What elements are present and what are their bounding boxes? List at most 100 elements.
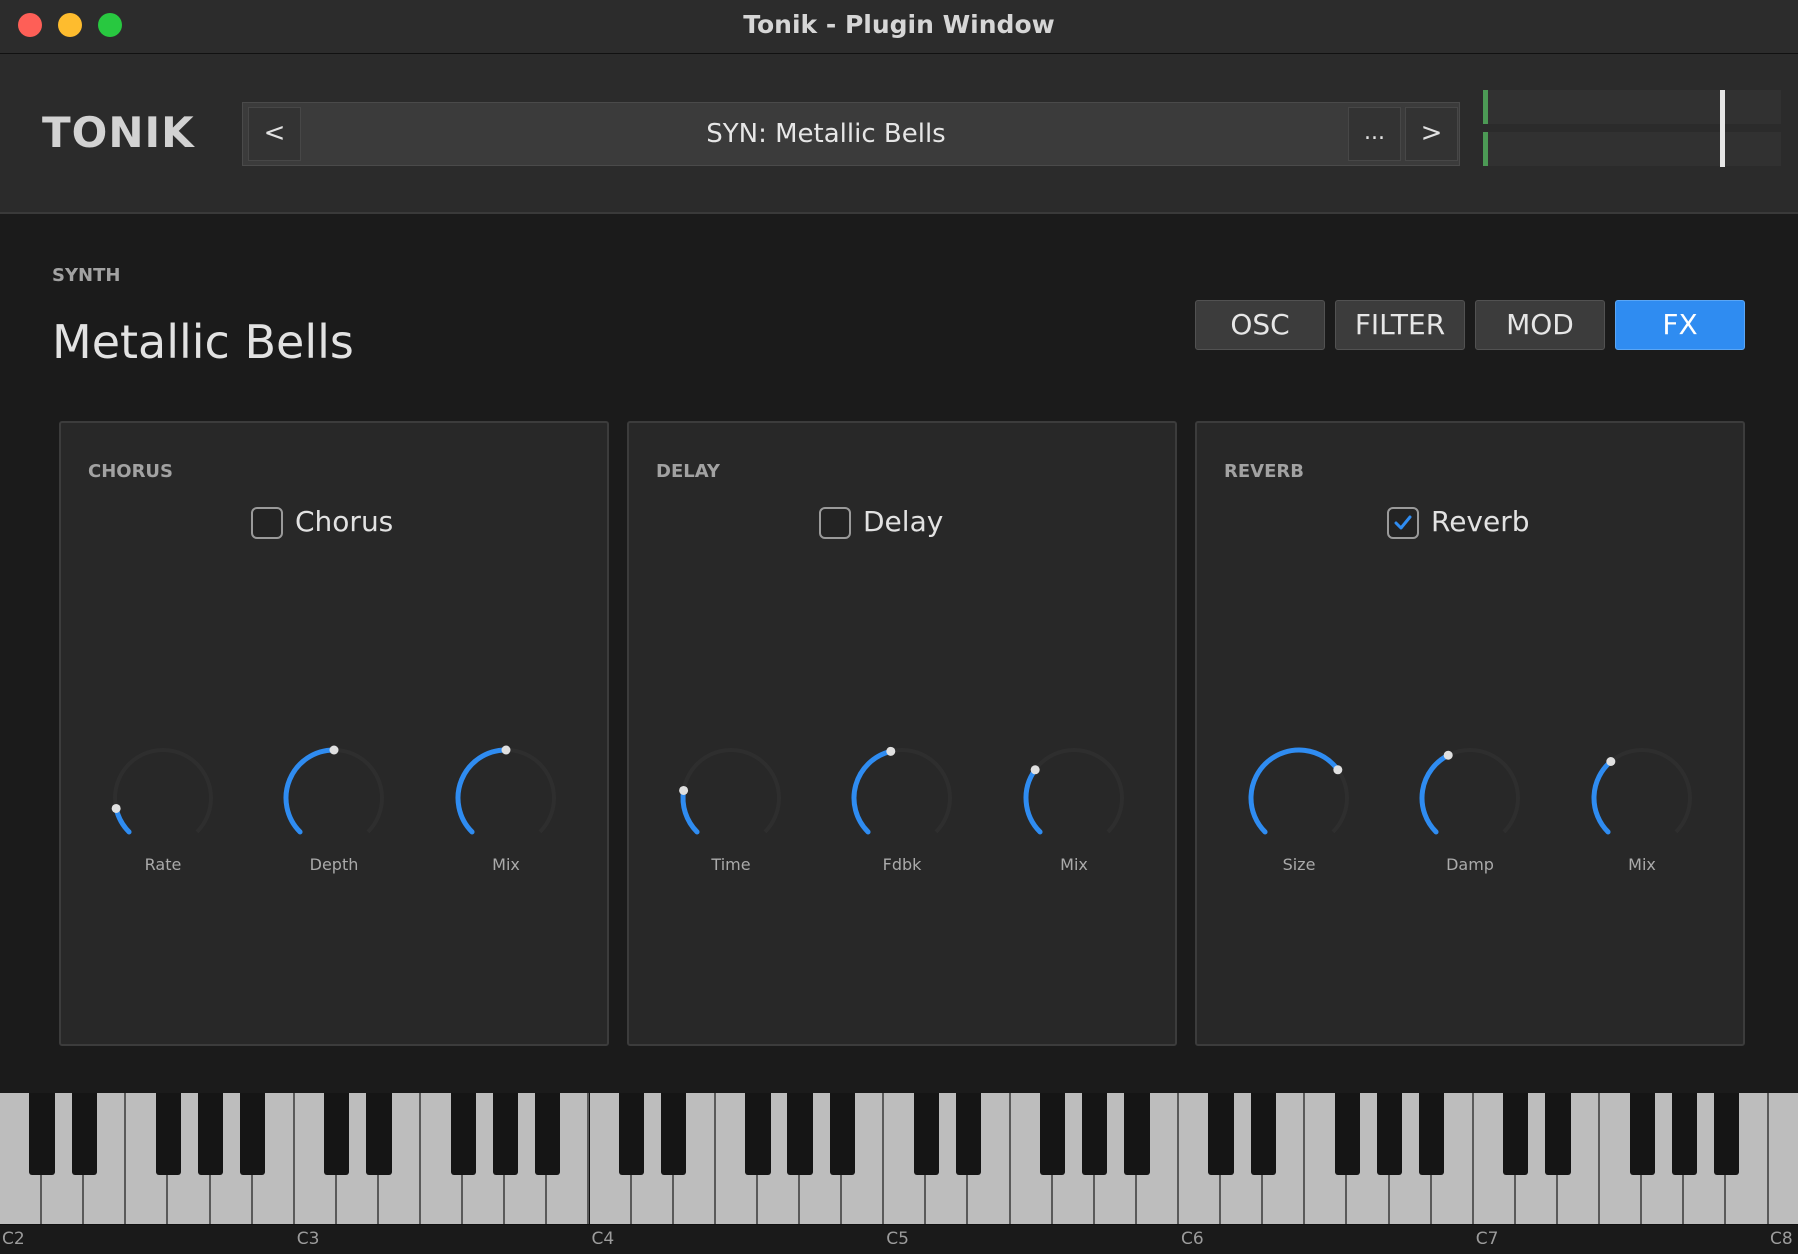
tab-filter[interactable]: FILTER (1335, 300, 1465, 350)
octave-label: C8 (1770, 1229, 1793, 1249)
knob-indicator (111, 803, 121, 813)
section-label: SYNTH (52, 265, 121, 286)
black-key[interactable] (1503, 1093, 1529, 1175)
black-key[interactable] (1545, 1093, 1571, 1175)
chorus-mix-knob[interactable]: Mix (451, 743, 561, 874)
volume-slider-handle[interactable] (1720, 90, 1725, 167)
black-key[interactable] (1082, 1093, 1108, 1175)
black-key[interactable] (1376, 1093, 1403, 1175)
black-key[interactable] (366, 1093, 392, 1175)
chorus-toggle-label: Chorus (295, 505, 394, 538)
plugin-header: TONIK < SYN: Metallic Bells ... > (0, 54, 1798, 214)
delay-toggle-label: Delay (863, 505, 944, 538)
octave-label: C5 (886, 1229, 909, 1249)
knob-indicator (886, 746, 896, 756)
reverb-damp-knob[interactable]: Damp (1415, 743, 1525, 874)
black-key[interactable] (155, 1093, 182, 1175)
delay-checkbox[interactable] (819, 507, 851, 539)
output-meter-right (1483, 132, 1781, 166)
previous-preset-button[interactable]: < (248, 107, 301, 161)
meter-level (1483, 132, 1488, 166)
knob-label: Time (711, 855, 751, 874)
knob-indicator (1030, 765, 1040, 775)
black-key[interactable] (1713, 1093, 1740, 1175)
knob-label: Fdbk (882, 855, 922, 874)
knob-label: Depth (309, 855, 359, 874)
delay-feedback-knob[interactable]: Fdbk (847, 743, 957, 874)
delay-time-knob[interactable]: Time (676, 743, 786, 874)
octave-label: C4 (591, 1229, 615, 1249)
delay-panel: DELAY Delay Time Fdbk Mix (627, 421, 1177, 1046)
patch-name: Metallic Bells (52, 315, 354, 369)
black-key[interactable] (1250, 1093, 1276, 1175)
black-key[interactable] (618, 1093, 645, 1175)
knob-value-arc (1591, 759, 1614, 835)
tab-osc[interactable]: OSC (1195, 300, 1325, 350)
preset-menu-button[interactable]: ... (1348, 107, 1401, 161)
knob-value-arc (1023, 767, 1043, 835)
black-key[interactable] (955, 1093, 982, 1175)
black-key[interactable] (450, 1093, 476, 1175)
octave-label: C6 (1181, 1229, 1204, 1249)
tab-fx[interactable]: FX (1615, 300, 1745, 350)
title-bar: Tonik - Plugin Window (0, 0, 1798, 54)
knob-indicator (501, 745, 511, 755)
knob-indicator (1443, 750, 1453, 760)
panel-title: CHORUS (88, 461, 174, 482)
knob-label: Mix (1060, 855, 1088, 874)
black-key[interactable] (197, 1093, 224, 1175)
black-key[interactable] (1334, 1093, 1361, 1175)
meter-level (1483, 90, 1488, 124)
knob-label: Rate (144, 855, 182, 874)
black-key[interactable] (71, 1093, 97, 1175)
chorus-depth-knob[interactable]: Depth (279, 743, 389, 874)
black-key[interactable] (745, 1093, 771, 1175)
black-key[interactable] (1419, 1093, 1445, 1175)
black-key[interactable] (1208, 1093, 1234, 1175)
reverb-size-knob[interactable]: Size (1244, 743, 1354, 874)
octave-label: C7 (1475, 1229, 1499, 1249)
knob-track (113, 748, 213, 834)
reverb-panel: REVERB Reverb Size Damp Mix (1195, 421, 1745, 1046)
chorus-panel: CHORUS Chorus Rate Depth Mix (59, 421, 609, 1046)
black-key[interactable] (1040, 1093, 1066, 1175)
octave-label: C3 (296, 1229, 320, 1249)
black-key[interactable] (492, 1093, 518, 1175)
chorus-rate-knob[interactable]: Rate (108, 743, 218, 874)
black-key[interactable] (787, 1093, 813, 1175)
reverb-mix-knob[interactable]: Mix (1587, 743, 1697, 874)
black-key[interactable] (1671, 1093, 1697, 1175)
knob-track (1024, 748, 1124, 834)
black-key[interactable] (29, 1093, 55, 1175)
tab-mod[interactable]: MOD (1475, 300, 1605, 350)
keyboard-octave-labels: C2 C3 C4 C5 C6 C7 C8 (0, 1225, 1798, 1254)
delay-mix-knob[interactable]: Mix (1019, 743, 1129, 874)
knob-indicator (1606, 757, 1616, 767)
piano-keyboard[interactable] (0, 1093, 1798, 1225)
panel-title: DELAY (656, 461, 720, 482)
knob-track (681, 748, 781, 834)
knob-label: Size (1282, 855, 1316, 874)
preset-selector[interactable]: < SYN: Metallic Bells ... > (242, 102, 1460, 166)
output-meter-left (1483, 90, 1781, 124)
black-key[interactable] (534, 1093, 561, 1175)
black-key[interactable] (1629, 1093, 1655, 1175)
knob-label: Damp (1446, 855, 1494, 874)
reverb-toggle-label: Reverb (1431, 505, 1530, 538)
black-key[interactable] (661, 1093, 687, 1175)
octave-label: C2 (2, 1229, 25, 1249)
black-key[interactable] (829, 1093, 855, 1175)
knob-indicator (329, 745, 339, 755)
black-key[interactable] (1124, 1093, 1150, 1175)
chorus-checkbox[interactable] (251, 507, 283, 539)
knob-indicator (679, 785, 689, 795)
black-key[interactable] (240, 1093, 266, 1175)
black-key[interactable] (913, 1093, 939, 1175)
next-preset-button[interactable]: > (1405, 107, 1458, 161)
knob-value-arc (1419, 752, 1451, 835)
preset-name[interactable]: SYN: Metallic Bells (303, 103, 1349, 165)
white-key[interactable] (1768, 1093, 1798, 1224)
reverb-checkbox[interactable] (1387, 507, 1419, 539)
knob-value-arc (851, 748, 894, 835)
black-key[interactable] (324, 1093, 350, 1175)
